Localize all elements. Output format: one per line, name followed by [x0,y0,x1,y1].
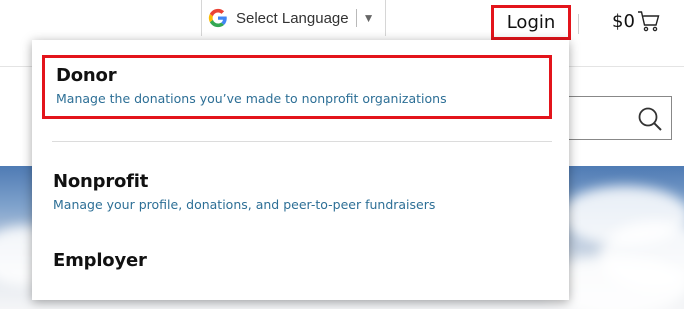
google-g-icon [208,8,227,28]
menu-item-donor-title: Donor [56,65,117,86]
search-input[interactable] [560,96,672,140]
dropdown-arrow-icon[interactable]: ▼ [363,11,375,25]
menu-divider [52,141,552,142]
language-selector-divider [355,9,357,27]
menu-item-nonprofit-title: Nonprofit [53,171,149,192]
menu-item-nonprofit[interactable]: Nonprofit Manage your profile, donations… [42,171,552,221]
menu-item-employer-title: Employer [53,250,147,271]
menu-item-donor[interactable]: Donor Manage the donations you’ve made t… [42,55,552,119]
cart-amount: $0 [612,10,635,32]
language-selector[interactable]: Select Language ▼ [201,0,386,36]
menu-item-donor-description: Manage the donations you’ve made to nonp… [56,91,447,106]
header-divider [578,14,579,34]
menu-item-nonprofit-description: Manage your profile, donations, and peer… [53,197,436,212]
language-selector-label: Select Language [236,9,349,27]
login-dropdown-menu: Donor Manage the donations you’ve made t… [32,40,569,300]
cart-button[interactable]: $0 [612,10,661,32]
menu-item-employer[interactable]: Employer [42,250,552,280]
search-icon[interactable] [637,106,663,132]
shopping-cart-icon [637,11,660,32]
login-button[interactable]: Login [491,5,571,40]
